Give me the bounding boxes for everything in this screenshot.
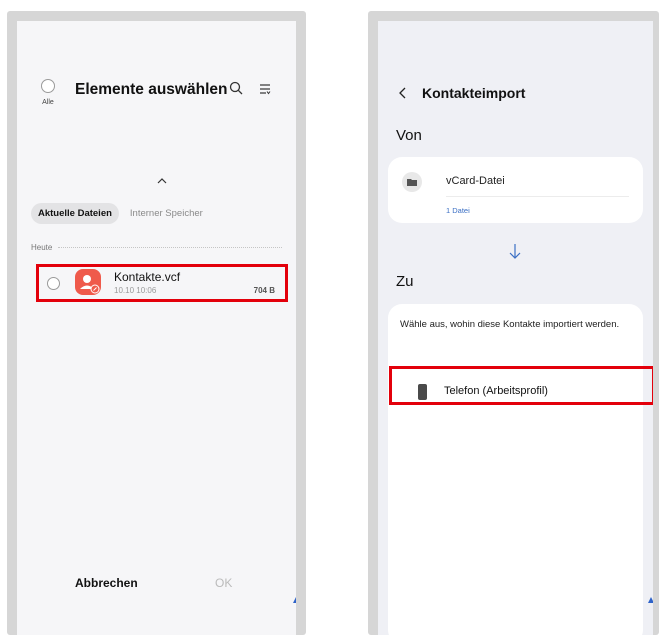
ok-button[interactable]: OK	[215, 576, 232, 590]
section-divider	[58, 247, 282, 248]
nav-indicator-icon	[648, 597, 653, 603]
section-label: Heute	[31, 243, 53, 252]
select-all-toggle[interactable]: Alle	[39, 79, 57, 106]
storage-tabs: Aktuelle Dateien Interner Speicher	[31, 203, 214, 224]
search-icon[interactable]	[229, 81, 243, 95]
left-phone-frame: Alle Elemente auswählen Aktuelle Dateien…	[7, 11, 306, 635]
nav-indicator-icon	[293, 597, 296, 603]
source-file-count: 1 Datei	[446, 206, 470, 215]
from-label: Von	[396, 127, 422, 144]
target-description: Wähle aus, wohin diese Kontakte importie…	[400, 319, 620, 330]
select-all-radio[interactable]	[41, 79, 55, 93]
highlight-box-file	[36, 264, 288, 302]
highlight-box-target	[389, 366, 653, 405]
chevron-up-icon[interactable]	[156, 177, 168, 185]
cancel-button[interactable]: Abbrechen	[75, 576, 138, 590]
contact-import-screen: Kontakteimport Von vCard-Datei 1 Datei Z…	[378, 21, 653, 635]
target-card: Wähle aus, wohin diese Kontakte importie…	[388, 304, 643, 635]
page-title: Kontakteimport	[422, 85, 526, 101]
tab-internal-storage[interactable]: Interner Speicher	[123, 203, 210, 224]
sort-icon[interactable]	[259, 83, 271, 95]
source-label: vCard-Datei	[446, 175, 505, 187]
tab-recent-files[interactable]: Aktuelle Dateien	[31, 203, 119, 224]
right-phone-frame: Kontakteimport Von vCard-Datei 1 Datei Z…	[368, 11, 659, 635]
select-all-label: Alle	[42, 99, 54, 106]
to-label: Zu	[396, 273, 414, 290]
arrow-down-icon	[509, 244, 521, 259]
source-card[interactable]: vCard-Datei 1 Datei	[388, 157, 643, 223]
source-divider	[446, 196, 629, 197]
section-header-today: Heute	[31, 243, 282, 252]
back-chevron-icon[interactable]	[398, 87, 406, 99]
page-title: Elemente auswählen	[75, 81, 228, 98]
folder-icon	[402, 172, 422, 192]
file-picker-screen: Alle Elemente auswählen Aktuelle Dateien…	[17, 21, 296, 635]
